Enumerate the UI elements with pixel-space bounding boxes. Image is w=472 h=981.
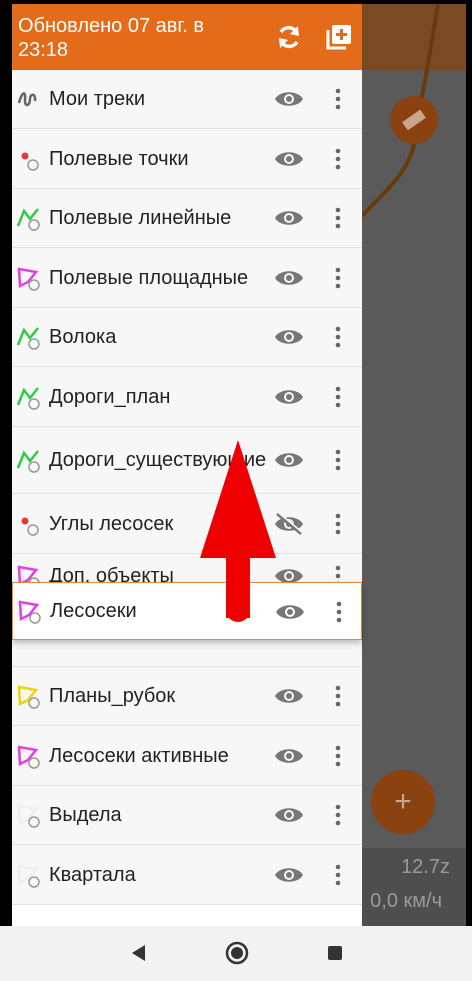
more-vert-icon[interactable] (330, 325, 346, 349)
layer-label: Мои треки (49, 88, 146, 110)
home-circle-icon (225, 941, 249, 965)
more-vert-icon[interactable] (330, 147, 346, 171)
layer-row[interactable]: Полевые линейные (12, 189, 362, 248)
track-icon (17, 92, 37, 107)
refresh-button[interactable] (274, 22, 304, 52)
recents-square-icon (328, 946, 342, 960)
more-vert-icon[interactable] (330, 512, 346, 536)
add-layer-icon (326, 25, 351, 50)
ruler-button[interactable] (390, 96, 438, 144)
add-fab-button[interactable]: + (371, 770, 435, 834)
eye-icon[interactable] (274, 744, 304, 768)
eye-icon[interactable] (274, 206, 304, 230)
layer-row[interactable]: Волока (12, 308, 362, 367)
screen: + 12.7z 0,0 км/ч Обновлено 07 авг. в 23:… (0, 0, 472, 981)
eye-icon[interactable] (274, 684, 304, 708)
point-layer-icon (21, 517, 39, 536)
more-vert-icon[interactable] (330, 744, 346, 768)
polygon-layer-icon (17, 744, 40, 769)
layer-label: Планы_рубок (49, 685, 176, 707)
layer-label: Полевые линейные (49, 207, 232, 229)
polygon-layer-icon (17, 685, 40, 709)
layer-label: Полевые площадные (49, 266, 249, 289)
more-vert-icon[interactable] (330, 206, 346, 230)
eye-icon[interactable] (274, 325, 304, 349)
more-vert-icon[interactable] (330, 87, 346, 111)
nav-recents-button[interactable] (320, 938, 350, 968)
layer-row[interactable]: Выдела (12, 786, 362, 845)
drag-up-arrow (200, 440, 276, 622)
eye-icon[interactable] (274, 803, 304, 827)
more-vert-icon[interactable] (330, 448, 346, 472)
zoom-level: 12.7z (401, 856, 450, 878)
more-vert-icon[interactable] (330, 266, 346, 290)
ruler-icon (402, 109, 426, 131)
eye-icon[interactable] (274, 87, 304, 111)
layer-label: Дороги_план (49, 385, 171, 408)
eye-off-icon[interactable] (274, 511, 304, 536)
eye-icon[interactable] (274, 863, 304, 887)
layer-row[interactable]: Дороги_существующие (12, 427, 362, 494)
layer-row[interactable]: Лесосеки активные (12, 726, 362, 786)
drawer-header: Обновлено 07 авг. в 23:18 (12, 4, 362, 70)
layer-label: Квартала (49, 863, 136, 886)
more-vert-icon[interactable] (331, 600, 347, 624)
back-triangle-icon (132, 945, 145, 961)
point-layer-icon (21, 152, 39, 171)
layer-row[interactable]: Углы лесосек (12, 494, 362, 554)
more-vert-icon[interactable] (330, 684, 346, 708)
nav-home-button[interactable] (222, 938, 252, 968)
line-layer-icon (16, 327, 40, 350)
eye-icon[interactable] (274, 266, 304, 290)
more-vert-icon[interactable] (330, 803, 346, 827)
layer-label: Выдела (49, 804, 122, 826)
layer-label: Полевые точки (49, 147, 189, 170)
layer-row[interactable]: Полевые точки (12, 129, 362, 189)
layer-row[interactable]: Мои треки (12, 70, 362, 129)
layer-label: Лесосеки активные (49, 744, 229, 767)
layer-row[interactable]: Полевые площадные (12, 248, 362, 308)
layer-row[interactable]: Дороги_план (12, 367, 362, 427)
map-view[interactable]: + 12.7z 0,0 км/ч (362, 4, 466, 926)
refresh-icon (279, 25, 299, 49)
layer-label: Волока (49, 326, 117, 348)
layer-row[interactable]: Планы_рубок (12, 667, 362, 726)
polygon-layer-icon (18, 600, 41, 624)
eye-icon[interactable] (275, 600, 305, 624)
eye-icon[interactable] (274, 147, 304, 171)
line-layer-icon (16, 450, 40, 473)
more-vert-icon[interactable] (330, 385, 346, 409)
polygon-layer-icon (17, 863, 40, 888)
layer-row[interactable]: Квартала (12, 845, 362, 905)
layers-drawer: Обновлено 07 авг. в 23:18 Мои треки Поле… (12, 4, 362, 926)
speed-readout: 0,0 км/ч (370, 890, 442, 912)
eye-icon[interactable] (274, 385, 304, 409)
nav-back-button[interactable] (124, 938, 154, 968)
add-layer-button[interactable] (324, 22, 354, 52)
line-layer-icon (16, 208, 40, 231)
eye-icon[interactable] (274, 448, 304, 472)
dragged-layer-row[interactable]: Лесосеки (12, 582, 362, 640)
dragged-layer-label: Лесосеки (50, 600, 137, 622)
line-layer-icon (16, 386, 40, 410)
polygon-layer-icon (17, 266, 40, 291)
sync-status-title: Обновлено 07 авг. в 23:18 (18, 15, 205, 61)
system-nav-bar (0, 926, 472, 981)
polygon-layer-icon (17, 804, 40, 828)
more-vert-icon[interactable] (330, 863, 346, 887)
